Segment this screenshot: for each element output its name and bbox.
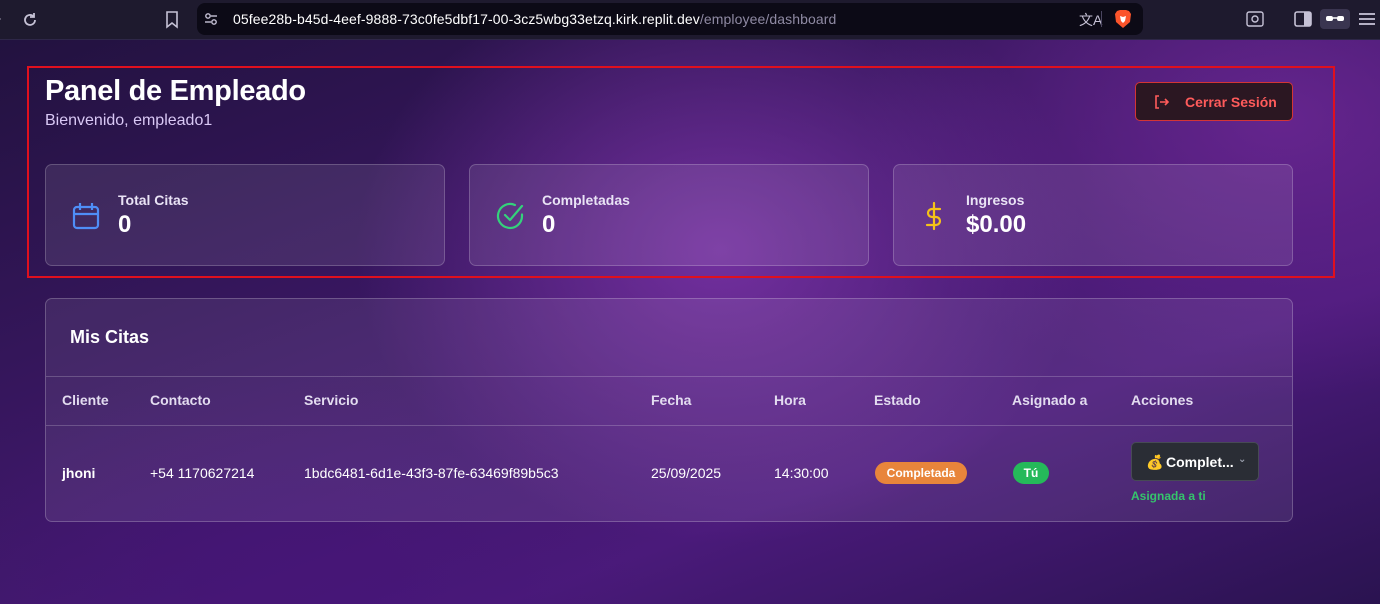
stat-label: Ingresos — [966, 192, 1025, 208]
logout-button[interactable]: Cerrar Sesión — [1135, 82, 1293, 121]
private-window-icon[interactable] — [1320, 9, 1350, 29]
logout-icon — [1155, 95, 1169, 109]
appointments-card: Mis Citas Cliente Contacto Servicio Fech… — [45, 298, 1293, 522]
translate-icon[interactable]: 文A — [1079, 10, 1102, 30]
status-select[interactable]: 💰 Complet... ⌄ — [1131, 442, 1259, 481]
stat-label: Total Citas — [118, 192, 189, 208]
cell-cliente: jhoni — [62, 465, 96, 481]
column-header-hora: Hora — [774, 392, 806, 408]
forward-icon[interactable]: › — [0, 10, 1, 28]
divider — [46, 376, 1292, 377]
welcome-subtitle: Bienvenido, empleado1 — [45, 112, 213, 129]
brave-shields-icon[interactable] — [1114, 9, 1132, 29]
stat-value: 0 — [542, 211, 556, 238]
column-header-servicio: Servicio — [304, 392, 359, 408]
reader-mode-icon[interactable] — [1246, 11, 1264, 27]
logout-label: Cerrar Sesión — [1185, 94, 1277, 110]
cell-fecha: 25/09/2025 — [651, 465, 722, 481]
appointments-title: Mis Citas — [70, 327, 150, 347]
column-header-acciones: Acciones — [1131, 392, 1194, 408]
site-settings-icon[interactable] — [203, 11, 219, 27]
dollar-icon — [925, 201, 942, 231]
sidebar-icon[interactable] — [1294, 11, 1312, 27]
chevron-down-icon: ⌄ — [1238, 454, 1247, 465]
money-bag-icon: 💰 — [1146, 454, 1164, 470]
url-text: 05fee28b-b45d-4eef-9888-73c0fe5dbf17-00-… — [233, 11, 837, 27]
stat-card-ingresos: Ingresos $0.00 — [893, 164, 1293, 266]
reload-icon[interactable] — [21, 11, 39, 29]
divider — [46, 425, 1292, 426]
column-header-asignado: Asignado a — [1012, 392, 1088, 408]
assigned-note: Asignada a ti — [1131, 489, 1206, 503]
status-badge: Completada — [875, 462, 967, 484]
stat-card-total-citas: Total Citas 0 — [45, 164, 445, 266]
status-select-value: Complet... — [1166, 454, 1234, 470]
column-header-estado: Estado — [874, 392, 921, 408]
employee-dashboard: Panel de Empleado Bienvenido, empleado1 … — [0, 40, 1380, 604]
cell-contacto: +54 1170627214 — [150, 465, 255, 481]
bookmark-icon[interactable] — [165, 11, 179, 29]
column-header-contacto: Contacto — [150, 392, 211, 408]
address-bar[interactable]: 05fee28b-b45d-4eef-9888-73c0fe5dbf17-00-… — [197, 3, 1143, 35]
menu-icon[interactable] — [1358, 12, 1376, 26]
cell-hora: 14:30:00 — [774, 465, 829, 481]
calendar-icon — [72, 203, 100, 230]
stat-card-completadas: Completadas 0 — [469, 164, 869, 266]
column-header-fecha: Fecha — [651, 392, 692, 408]
column-header-cliente: Cliente — [62, 392, 109, 408]
stat-label: Completadas — [542, 192, 630, 208]
stat-value: $0.00 — [966, 211, 1027, 238]
urlbar-divider — [1101, 11, 1102, 27]
assigned-badge: Tú — [1013, 462, 1049, 484]
browser-toolbar: › 05fee28b-b45d-4eef-9888-73c0fe5dbf17-0… — [0, 0, 1380, 40]
stat-value: 0 — [118, 211, 132, 238]
cell-servicio: 1bdc6481-6d1e-43f3-87fe-63469f89b5c3 — [304, 465, 559, 481]
check-circle-icon — [496, 202, 524, 230]
page-title: Panel de Empleado — [45, 75, 306, 107]
